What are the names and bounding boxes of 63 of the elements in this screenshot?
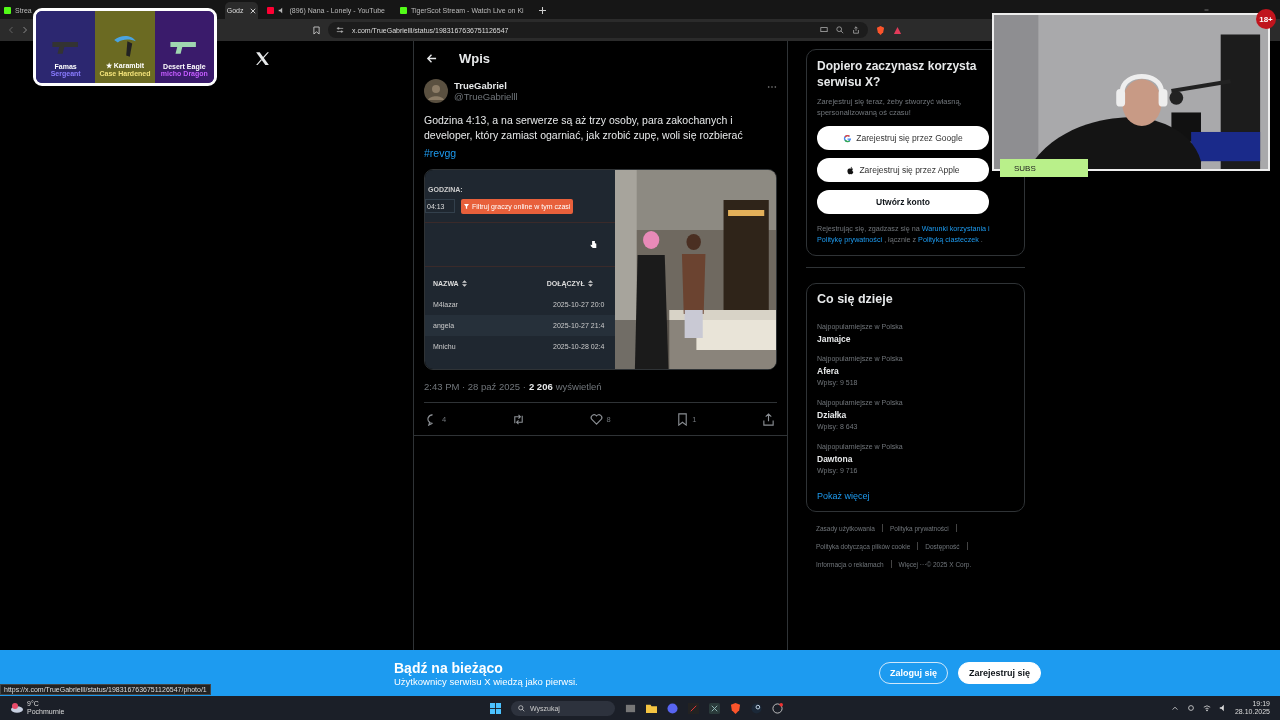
task-view-icon[interactable] bbox=[625, 702, 636, 714]
trend-name[interactable]: Dawtona bbox=[817, 453, 1014, 465]
repost-icon[interactable] bbox=[511, 412, 525, 426]
post-text: Godzina 4:13, a na serwerze są aż trzy osoby, para zakochanych i developer, który zamiast ogarniać, jak zrobić zupę, woli się rozbierać bbox=[424, 113, 744, 143]
close-icon[interactable] bbox=[250, 7, 257, 14]
card-title: Dopiero zaczynasz korzysta bbox=[817, 58, 978, 74]
create-account-button[interactable]: Utwórz konto bbox=[817, 190, 989, 214]
app-icon[interactable] bbox=[772, 702, 783, 714]
google-g-icon bbox=[843, 133, 853, 143]
author-name[interactable]: TrueGabriel bbox=[454, 80, 518, 91]
card-title: serwisu X? bbox=[817, 74, 882, 90]
bookmark-icon[interactable] bbox=[676, 412, 690, 426]
zoom-icon[interactable] bbox=[836, 26, 844, 34]
trend-name[interactable]: Jamajce bbox=[817, 333, 1014, 345]
bookmark-icon[interactable] bbox=[313, 25, 320, 35]
trend-name[interactable]: Działka bbox=[817, 409, 1014, 421]
chat-app-icon[interactable] bbox=[667, 702, 678, 714]
share-icon[interactable] bbox=[761, 412, 775, 426]
triangle-icon[interactable] bbox=[893, 25, 902, 35]
sort-icon[interactable] bbox=[587, 280, 593, 287]
hashtag-link[interactable]: #revgg bbox=[424, 146, 457, 161]
cloud-icon[interactable] bbox=[10, 703, 24, 713]
new-tab-icon[interactable] bbox=[538, 7, 546, 14]
show-more-link[interactable]: Pokaż więcej bbox=[817, 491, 1014, 501]
subs-label: SUBS bbox=[1000, 159, 1088, 177]
share-icon[interactable] bbox=[852, 26, 860, 34]
author-handle[interactable]: @TrueGabrielll bbox=[454, 91, 518, 102]
avatar-icon[interactable] bbox=[424, 79, 448, 103]
sort-icon[interactable] bbox=[461, 280, 467, 287]
windows-start-icon[interactable] bbox=[490, 702, 501, 714]
trend-name[interactable]: Afera bbox=[817, 365, 1014, 377]
app-icon[interactable] bbox=[688, 702, 699, 714]
card-title: Co się dzieje bbox=[817, 291, 894, 307]
signup-button[interactable]: Zarejestruj się przez Google bbox=[817, 126, 989, 150]
screen-icon[interactable] bbox=[820, 26, 828, 34]
signup-button[interactable]: Zarejestruj się przez Apple bbox=[817, 158, 989, 182]
wifi-icon[interactable] bbox=[1202, 704, 1211, 712]
banner-subtitle: Użytkownicy serwisu X wiedzą jako pierwsi. bbox=[394, 675, 578, 687]
more-icon[interactable] bbox=[767, 85, 777, 89]
chevron-up-icon[interactable] bbox=[1170, 704, 1179, 712]
page-title: Wpis bbox=[459, 50, 491, 66]
tab-favicon-icon bbox=[267, 7, 275, 14]
filter-icon bbox=[464, 204, 469, 209]
back-arrow-icon[interactable] bbox=[426, 52, 437, 64]
apple-icon bbox=[846, 165, 856, 175]
speaker-icon[interactable] bbox=[1218, 704, 1227, 712]
search-icon bbox=[518, 704, 525, 712]
app-icon[interactable] bbox=[709, 702, 720, 714]
steam-icon[interactable] bbox=[751, 702, 762, 714]
site-settings-icon[interactable] bbox=[336, 26, 344, 34]
post-timestamp[interactable]: 2:43 PM · 28 paź 2025 · bbox=[424, 381, 526, 392]
views-label: wyświetleń bbox=[555, 381, 602, 392]
shield-icon[interactable] bbox=[876, 25, 885, 35]
signup-button[interactable]: Zarejestruj się bbox=[957, 662, 1041, 684]
tab-favicon-icon bbox=[399, 7, 407, 14]
view-count: 2 206 bbox=[528, 381, 553, 392]
banner-title: Bądź na bieżąco bbox=[394, 659, 504, 676]
tab-favicon-icon bbox=[4, 7, 11, 14]
browser-icon[interactable] bbox=[730, 702, 741, 714]
hand-cursor-icon bbox=[590, 240, 597, 249]
x-logo-icon[interactable] bbox=[254, 50, 271, 67]
heart-icon[interactable] bbox=[590, 412, 604, 426]
folder-icon[interactable] bbox=[646, 702, 657, 714]
